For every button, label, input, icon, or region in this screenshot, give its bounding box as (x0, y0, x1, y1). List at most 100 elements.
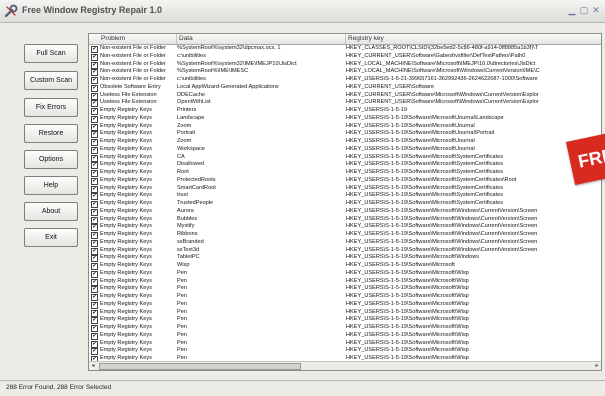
data-cell: trust (177, 192, 188, 199)
table-row[interactable]: ✔ Non-existent File or Folder %SystemRoot%… (89, 45, 601, 53)
table-row[interactable]: ✔ Obsolete Software Entry Local AppWizard-… (89, 84, 601, 92)
scroll-right-icon[interactable]: ▸ (593, 362, 601, 370)
table-row[interactable]: ✔ Empty Registry Keys trust HKEY_USERS\S-1-… (89, 192, 601, 201)
problem-cell: Non-existent File or Folder (100, 68, 166, 75)
problem-cell: Empty Registry Keys (100, 200, 152, 206)
data-cell: Workspace (177, 145, 205, 152)
maximize-icon[interactable]: ▢ (578, 4, 590, 16)
table-row[interactable]: ✔ Empty Registry Keys Pen HKEY_USERS\S-1-5-… (89, 316, 601, 325)
data-cell: Pen (177, 347, 187, 354)
data-cell: Pen (177, 300, 187, 307)
registry-error-list[interactable]: Problem Data Registry key ✔ Non-existent … (88, 33, 602, 371)
table-row[interactable]: ✔ Empty Registry Keys ProtectedRoots HKEY_U… (89, 177, 601, 185)
problem-cell: Obsolete Software Entry (100, 83, 161, 90)
table-row[interactable]: ✔ Empty Registry Keys Pen HKEY_USERS\S-1-5-… (89, 293, 601, 301)
table-row[interactable]: ✔ Empty Registry Keys Zoom HKEY_USERS\S-1-5… (89, 123, 601, 131)
table-row[interactable]: ✔ Empty Registry Keys SmartCardRoot HKEY_US… (89, 185, 601, 193)
custom-scan-button[interactable]: Custom Scan (24, 71, 78, 90)
problem-cell: Empty Registry Keys (100, 277, 152, 284)
table-row[interactable]: ✔ Empty Registry Keys Workspace HKEY_USERS\… (89, 146, 601, 154)
scrollbar-thumb[interactable] (99, 363, 301, 370)
exit-button[interactable]: Exit (24, 228, 78, 247)
table-row[interactable]: ✔ Empty Registry Keys Pen HKEY_USERS\S-1-5-… (89, 340, 601, 348)
problem-cell: Empty Registry Keys (100, 207, 152, 214)
table-row[interactable]: ✔ Empty Registry Keys Pen HKEY_USERS\S-1-5-… (89, 347, 601, 356)
scroll-left-icon[interactable]: ◂ (89, 362, 97, 370)
table-row[interactable]: ✔ Empty Registry Keys Disallowed HKEY_USERS… (89, 161, 601, 170)
data-cell: Mystify (177, 223, 195, 230)
registry-key-cell: HKEY_USERS\S-1-5-19\Software\Microsoft\W… (346, 316, 469, 323)
table-row[interactable]: ✔ Empty Registry Keys Pen HKEY_USERS\S-1-5-… (89, 301, 601, 309)
title-bar[interactable]: Free Window Registry Repair 1.0 ▁ ▢ ✕ (0, 0, 605, 23)
table-row[interactable]: ✔ Empty Registry Keys Pen HKEY_USERS\S-1-5-… (89, 324, 601, 332)
table-row[interactable]: ✔ Empty Registry Keys Pen HKEY_USERS\S-1-5-… (89, 309, 601, 317)
registry-key-cell: HKEY_USERS\S-1-5-19\Software\Microsoft\J… (346, 130, 495, 137)
table-row[interactable]: ✔ Empty Registry Keys Bubbles HKEY_USERS\S-… (89, 216, 601, 224)
registry-key-cell: HKEY_CURRENT_USER\Software (346, 83, 434, 90)
table-row[interactable]: ✔ Empty Registry Keys Aurora HKEY_USERS\S-1… (89, 208, 601, 216)
data-cell: Root (177, 169, 189, 175)
table-row[interactable]: ✔ Empty Registry Keys ssText3d HKEY_USERS\S… (89, 247, 601, 255)
table-row[interactable]: ✔ Empty Registry Keys Wisp HKEY_USERS\S-1-5… (89, 262, 601, 270)
table-row[interactable]: ✔ Empty Registry Keys TrustedPeople HKEY_US… (89, 200, 601, 208)
problem-cell: Empty Registry Keys (100, 114, 152, 121)
table-row[interactable]: ✔ Empty Registry Keys ssBranded HKEY_USERS\… (89, 239, 601, 247)
table-row[interactable]: ✔ Empty Registry Keys Portrait HKEY_USERS\S… (89, 130, 601, 139)
options-button[interactable]: Options (24, 150, 78, 169)
full-scan-button[interactable]: Full Scan (24, 44, 78, 63)
registry-key-cell: HKEY_USERS\S-1-5-19\Software\Microsoft (346, 262, 455, 268)
table-row[interactable]: ✔ Empty Registry Keys Ribbons HKEY_USERS\S-… (89, 231, 601, 239)
table-row[interactable]: ✔ Non-existent File or Folder c:\unibiliti… (89, 53, 601, 61)
status-bar: 288 Error Found, 288 Error Selected (0, 380, 605, 396)
data-cell: Wisp (177, 262, 190, 268)
table-row[interactable]: ✔ Empty Registry Keys CA HKEY_USERS\S-1-5-1… (89, 154, 601, 162)
registry-key-cell: HKEY_USERS\S-1-5-19\Software\Microsoft\J… (346, 145, 475, 152)
problem-cell: Empty Registry Keys (100, 324, 152, 330)
horizontal-scrollbar[interactable]: ◂ ▸ (89, 361, 601, 370)
table-row[interactable]: ✔ Empty Registry Keys Root HKEY_USERS\S-1-5… (89, 169, 601, 177)
list-rows: ✔ Non-existent File or Folder %SystemRoot%… (89, 45, 601, 363)
minimize-icon[interactable]: ▁ (566, 4, 578, 16)
problem-cell: Empty Registry Keys (100, 238, 152, 245)
close-icon[interactable]: ✕ (590, 4, 602, 16)
data-cell: Disallowed (177, 161, 205, 168)
data-cell: Portrait (177, 130, 196, 137)
table-row[interactable]: ✔ Empty Registry Keys Zoom HKEY_USERS\S-1-5… (89, 138, 601, 146)
problem-cell: Empty Registry Keys (100, 339, 152, 346)
table-row[interactable]: ✔ Useless File Extension OpenWithList HKEY_… (89, 99, 601, 108)
about-button[interactable]: About (24, 202, 78, 221)
registry-key-cell: HKEY_CLASSES_ROOT\CLSID\{32be5ed2-5c86-4… (346, 45, 539, 51)
column-header-registry-key[interactable]: Registry key (346, 34, 601, 44)
registry-key-cell: HKEY_USERS\S-1-5-19\Software\Microsoft\W… (346, 254, 480, 261)
table-row[interactable]: ✔ Empty Registry Keys Pen HKEY_USERS\S-1-5-… (89, 332, 601, 340)
data-cell: %SystemRoot%\system32\dpcmax.ocx, 1 (177, 45, 281, 51)
table-row[interactable]: ✔ Empty Registry Keys TabletPC HKEY_USERS\S… (89, 254, 601, 263)
fix-errors-button[interactable]: Fix Errors (24, 98, 78, 117)
table-row[interactable]: ✔ Empty Registry Keys Pen HKEY_USERS\S-1-5-… (89, 285, 601, 294)
data-cell: c:\unibilities (177, 76, 206, 82)
registry-key-cell: HKEY_USERS\S-1-5-19\Software\Microsoft\W… (346, 347, 469, 354)
table-row[interactable]: ✔ Non-existent File or Folder c:\unibiliti… (89, 76, 601, 84)
table-row[interactable]: ✔ Useless File Extension DDECache HKEY_CURR… (89, 92, 601, 100)
registry-key-cell: HKEY_USERS\S-1-5-19\Software\Microsoft\W… (346, 324, 469, 330)
data-cell: Pen (177, 293, 187, 299)
problem-cell: Non-existent File or Folder (100, 52, 166, 59)
table-row[interactable]: ✔ Empty Registry Keys Pen HKEY_USERS\S-1-5-… (89, 278, 601, 286)
column-header-data[interactable]: Data (177, 34, 346, 44)
table-row[interactable]: ✔ Empty Registry Keys Printers HKEY_USERS\S… (89, 107, 601, 115)
column-header-problem[interactable]: Problem (89, 34, 177, 44)
problem-cell: Empty Registry Keys (100, 153, 152, 160)
registry-key-cell: HKEY_LOCAL_MACHINE\Software\Microsoft\Wi… (346, 68, 540, 75)
problem-cell: Empty Registry Keys (100, 161, 152, 168)
data-cell: Aurora (177, 207, 194, 214)
table-row[interactable]: ✔ Non-existent File or Folder %SystemRoot%… (89, 61, 601, 69)
registry-key-cell: HKEY_CURRENT_USER\Software\Microsoft\Win… (346, 99, 539, 106)
restore-button[interactable]: Restore (24, 124, 78, 143)
table-row[interactable]: ✔ Empty Registry Keys Pen HKEY_USERS\S-1-5-… (89, 270, 601, 278)
problem-cell: Non-existent File or Folder (100, 60, 166, 67)
help-button[interactable]: Help (24, 176, 78, 195)
table-row[interactable]: ✔ Empty Registry Keys Landscape HKEY_USERS\… (89, 115, 601, 123)
table-row[interactable]: ✔ Empty Registry Keys Mystify HKEY_USERS\S-… (89, 223, 601, 232)
problem-cell: Empty Registry Keys (100, 331, 152, 338)
table-row[interactable]: ✔ Non-existent File or Folder %SystemRoot%… (89, 68, 601, 77)
